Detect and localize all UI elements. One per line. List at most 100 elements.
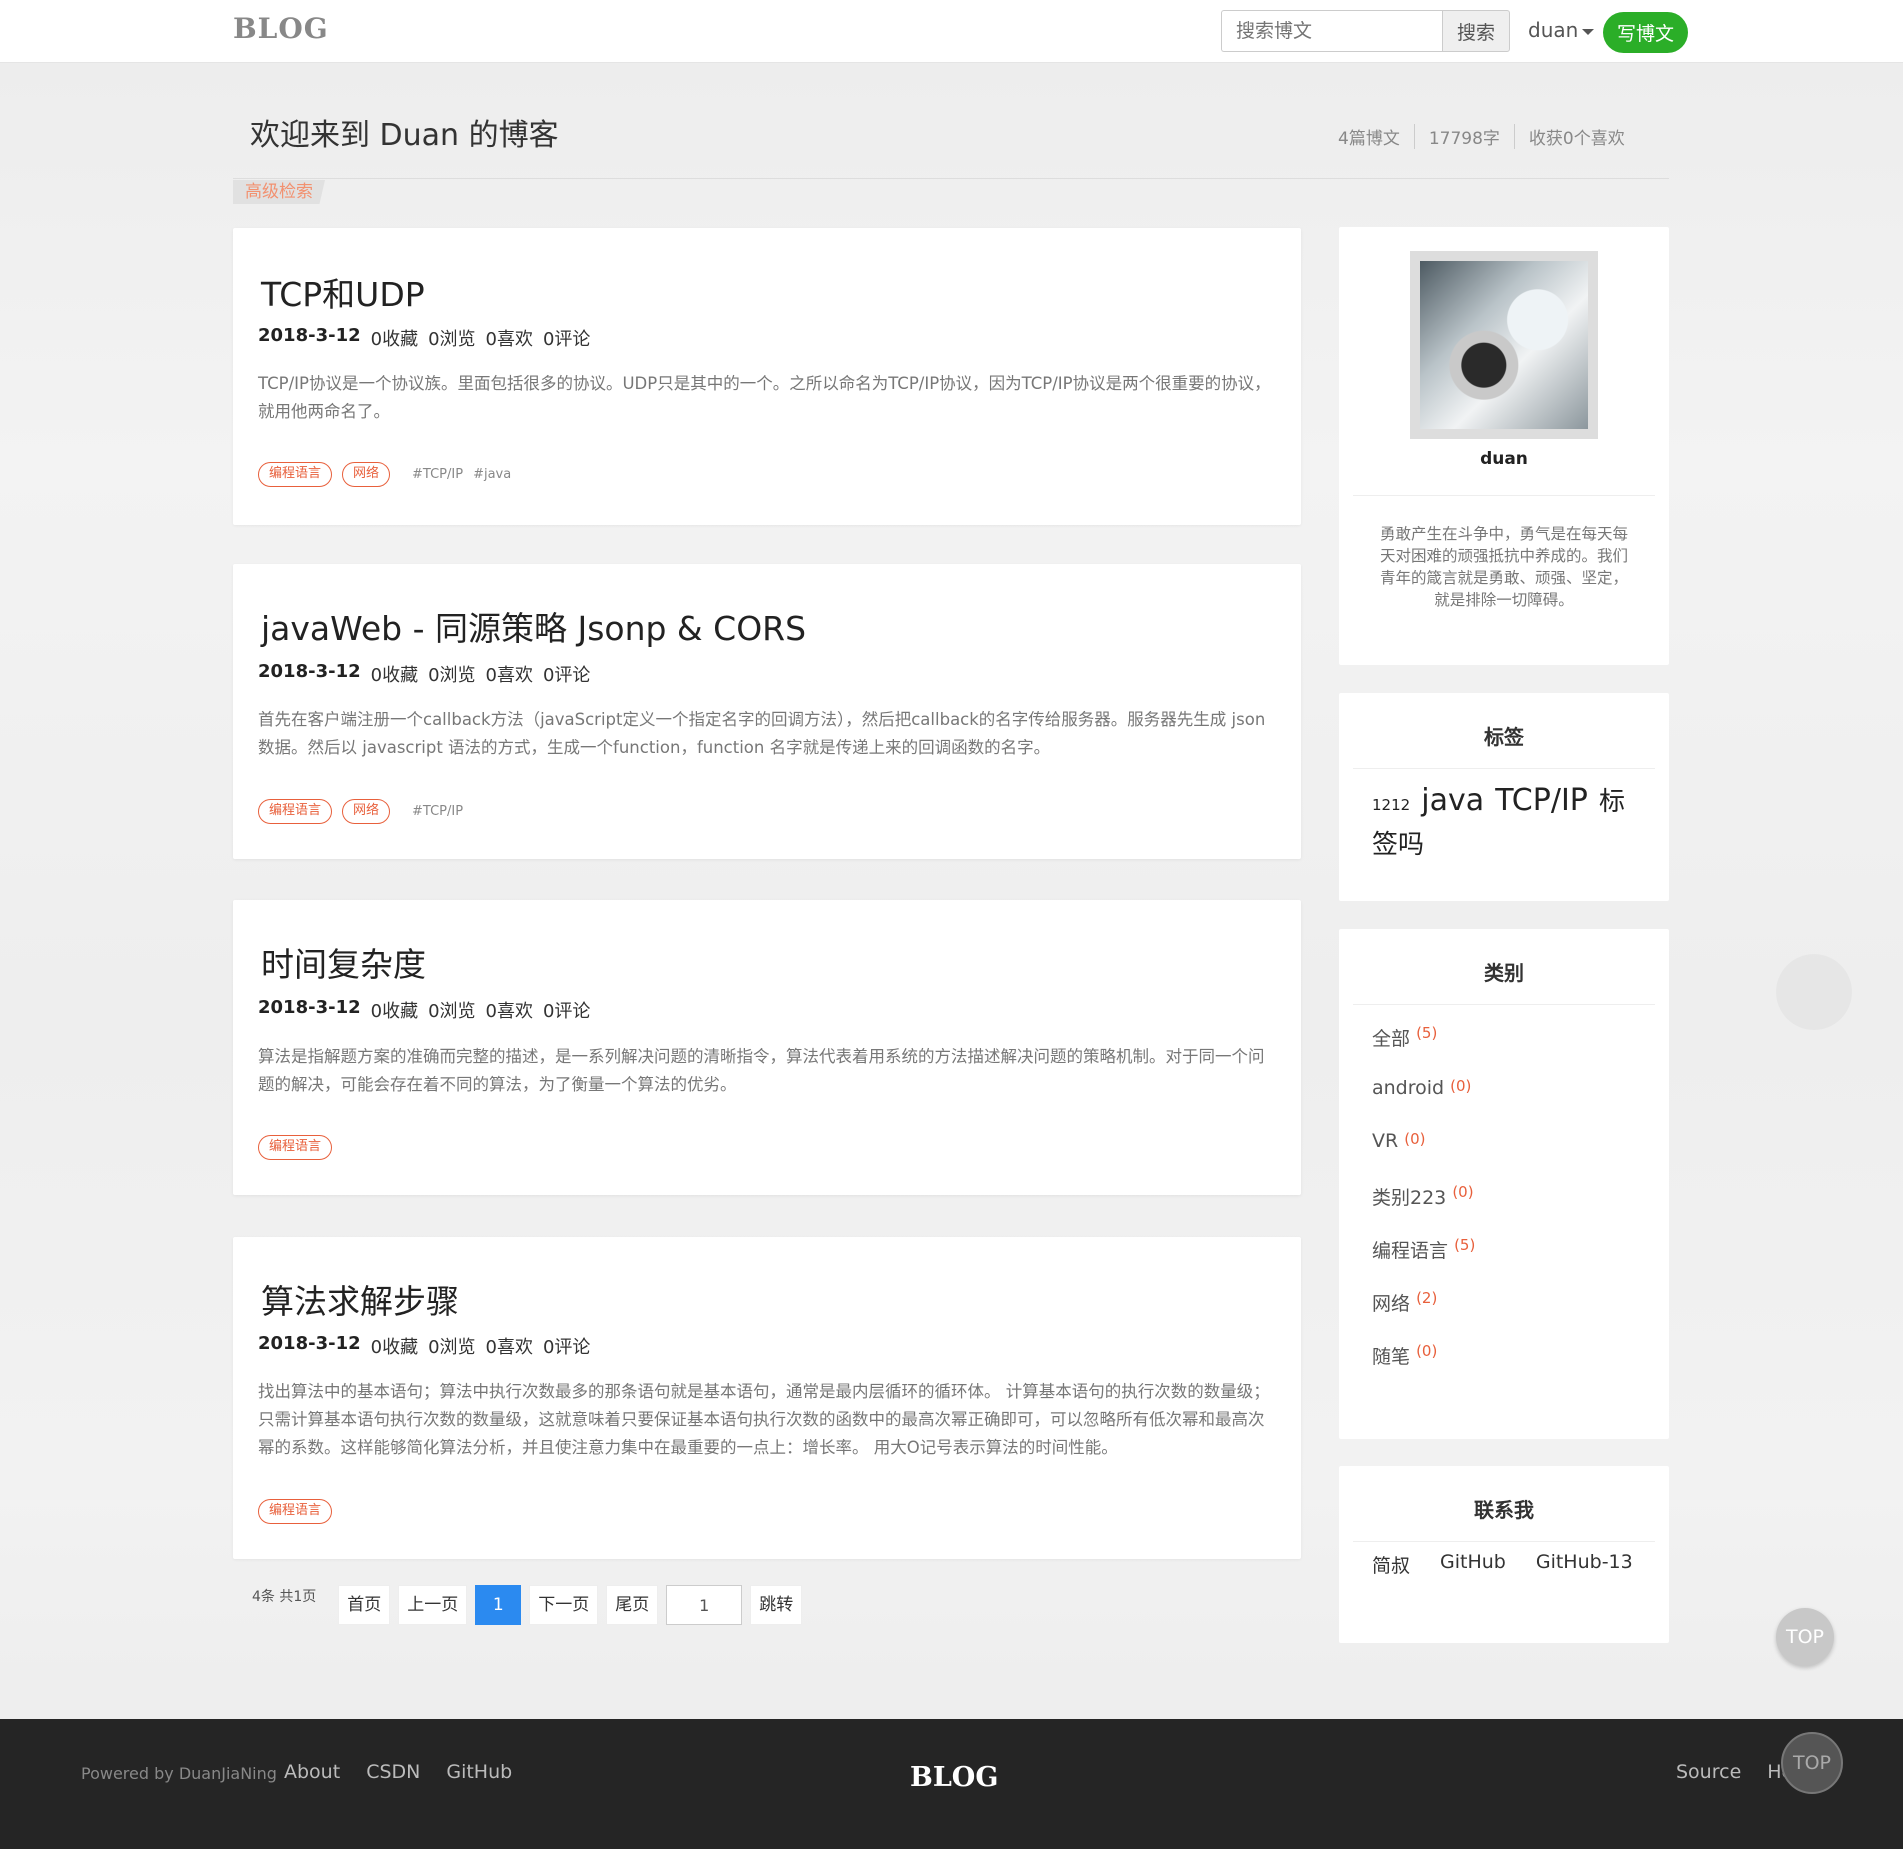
post-collects: 0收藏 [370, 665, 419, 686]
footer-link-github[interactable]: GitHub [446, 1761, 512, 1783]
category-item[interactable]: 编程语言 (5) [1372, 1236, 1475, 1289]
post-collects: 0收藏 [370, 1337, 419, 1358]
pagination: 4条 共1页 首页 上一页 1 下一页 尾页 跳转 [252, 1585, 810, 1625]
post-card: 算法求解步骤 2018-3-12 0收藏 0浏览 0喜欢 0评论 找出算法中的基… [233, 1237, 1301, 1559]
category-tag[interactable]: 编程语言 [258, 1135, 333, 1160]
hash-tag[interactable]: #TCP/IP [412, 804, 463, 819]
contact-link-jianshu[interactable]: 简叔 [1372, 1551, 1410, 1578]
post-views: 0浏览 [428, 1001, 476, 1022]
category-name: VR [1372, 1130, 1399, 1152]
category-item[interactable]: android (0) [1372, 1077, 1475, 1130]
category-name: 随笔 [1372, 1346, 1411, 1368]
tag-link[interactable]: java [1421, 783, 1484, 818]
footer: Powered by DuanJiaNing About CSDN GitHub… [0, 1719, 1903, 1849]
post-title[interactable]: 算法求解步骤 [261, 1275, 459, 1323]
tags-title: 标签 [1484, 725, 1524, 749]
chevron-down-icon [1582, 29, 1595, 35]
post-card: javaWeb - 同源策略 Jsonp & CORS 2018-3-12 0收… [233, 564, 1301, 859]
jump-button[interactable]: 跳转 [750, 1585, 803, 1625]
footer-top-button[interactable]: TOP [1781, 1732, 1843, 1794]
category-count: (2) [1416, 1289, 1438, 1307]
jump-page-input[interactable] [666, 1585, 743, 1625]
blog-stats: 4篇博文 17798字 收获0个喜欢 [1338, 124, 1639, 149]
hash-tag[interactable]: #java [473, 467, 511, 482]
categories-card: 类别 全部 (5) android (0) VR (0) 类别223 (0) 编… [1339, 929, 1669, 1439]
post-date: 2018-3-12 [258, 325, 361, 346]
post-date: 2018-3-12 [258, 997, 361, 1018]
search-form: 搜索 [1221, 10, 1510, 52]
post-excerpt: TCP/IP协议是一个协议族。里面包括很多的协议。UDP只是其中的一个。之所以命… [258, 374, 1271, 421]
contact-link-github-13[interactable]: GitHub-13 [1536, 1551, 1633, 1578]
category-count: (0) [1452, 1183, 1474, 1201]
footer-brand[interactable]: BLOG [910, 1762, 998, 1793]
word-count: 17798字 [1415, 124, 1515, 149]
user-menu[interactable]: duan [1528, 18, 1595, 42]
post-tags: 编程语言 网络 #TCP/IP [258, 799, 463, 824]
post-title[interactable]: javaWeb - 同源策略 Jsonp & CORS [261, 602, 806, 650]
post-tags: 编程语言 [258, 1499, 333, 1524]
write-post-button[interactable]: 写博文 [1603, 12, 1688, 53]
category-name: 全部 [1372, 1028, 1411, 1050]
post-views: 0浏览 [428, 329, 476, 350]
post-views: 0浏览 [428, 1337, 476, 1358]
category-tag[interactable]: 编程语言 [258, 462, 333, 487]
category-count: (0) [1404, 1130, 1426, 1148]
footer-link-source[interactable]: Source [1676, 1761, 1741, 1783]
tag-cloud: 1212 java TCP/IP 标签吗 [1372, 781, 1642, 868]
back-to-top-button[interactable]: TOP [1776, 1608, 1834, 1666]
post-tags: 编程语言 [258, 1135, 333, 1160]
divider [1353, 495, 1655, 496]
brand-logo[interactable]: BLOG [233, 12, 329, 45]
page-title: 欢迎来到 Duan 的博客 [250, 118, 559, 153]
post-comments: 0评论 [542, 1337, 591, 1358]
tag-link[interactable]: 1212 [1372, 796, 1410, 814]
category-item[interactable]: 网络 (2) [1372, 1289, 1475, 1342]
post-title[interactable]: 时间复杂度 [261, 938, 426, 986]
post-excerpt: 首先在客户端注册一个callback方法（javaScript定义一个指定名字的… [258, 710, 1266, 757]
category-item[interactable]: VR (0) [1372, 1130, 1475, 1183]
first-page-button[interactable]: 首页 [338, 1585, 391, 1625]
category-name: 网络 [1372, 1293, 1411, 1315]
category-item[interactable]: 随笔 (0) [1372, 1342, 1475, 1395]
prev-page-button[interactable]: 上一页 [398, 1585, 468, 1625]
footer-link-csdn[interactable]: CSDN [366, 1761, 420, 1783]
category-name: android [1372, 1077, 1445, 1099]
footer-links: About CSDN GitHub [284, 1761, 512, 1783]
post-comments: 0评论 [542, 329, 591, 350]
top-navbar: BLOG 搜索 duan 写博文 [0, 0, 1903, 63]
post-meta: 2018-3-12 0收藏 0浏览 0喜欢 0评论 [258, 1333, 590, 1359]
category-tag[interactable]: 网络 [342, 462, 391, 487]
contact-link-github[interactable]: GitHub [1440, 1551, 1506, 1578]
search-button[interactable]: 搜索 [1442, 10, 1510, 52]
footer-link-about[interactable]: About [284, 1761, 340, 1783]
post-card: 时间复杂度 2018-3-12 0收藏 0浏览 0喜欢 0评论 算法是指解题方案… [233, 900, 1301, 1195]
category-tag[interactable]: 网络 [342, 799, 391, 824]
profile-bio: 勇敢产生在斗争中，勇气是在每天每天对困难的顽强抵抗中养成的。我们青年的箴言就是勇… [1379, 525, 1628, 609]
category-item[interactable]: 全部 (5) [1372, 1024, 1475, 1077]
category-count: (0) [1450, 1077, 1472, 1095]
avatar-image [1420, 261, 1588, 429]
profile-name[interactable]: duan [1339, 449, 1669, 469]
post-likes: 0喜欢 [485, 1337, 533, 1358]
category-list: 全部 (5) android (0) VR (0) 类别223 (0) 编程语言… [1372, 1024, 1475, 1395]
category-tag[interactable]: 编程语言 [258, 799, 333, 824]
post-card: TCP和UDP 2018-3-12 0收藏 0浏览 0喜欢 0评论 TCP/IP… [233, 228, 1301, 525]
last-page-button[interactable]: 尾页 [606, 1585, 659, 1625]
post-date: 2018-3-12 [258, 661, 361, 682]
avatar[interactable] [1410, 251, 1598, 439]
post-likes: 0喜欢 [485, 329, 533, 350]
category-item[interactable]: 类别223 (0) [1372, 1183, 1475, 1236]
post-title[interactable]: TCP和UDP [261, 268, 425, 316]
contact-links: 简叔 GitHub GitHub-13 [1372, 1551, 1633, 1578]
next-page-button[interactable]: 下一页 [529, 1585, 599, 1625]
tag-link[interactable]: TCP/IP [1495, 783, 1588, 818]
categories-title: 类别 [1484, 961, 1524, 985]
search-input[interactable] [1221, 10, 1442, 52]
post-meta: 2018-3-12 0收藏 0浏览 0喜欢 0评论 [258, 997, 590, 1023]
hash-tag[interactable]: #TCP/IP [412, 467, 463, 482]
category-tag[interactable]: 编程语言 [258, 1499, 333, 1524]
divider [233, 178, 1669, 179]
current-page-button[interactable]: 1 [475, 1585, 522, 1625]
advanced-search-link[interactable]: 高级检索 [233, 180, 325, 204]
post-tags: 编程语言 网络 #TCP/IP #java [258, 462, 511, 487]
